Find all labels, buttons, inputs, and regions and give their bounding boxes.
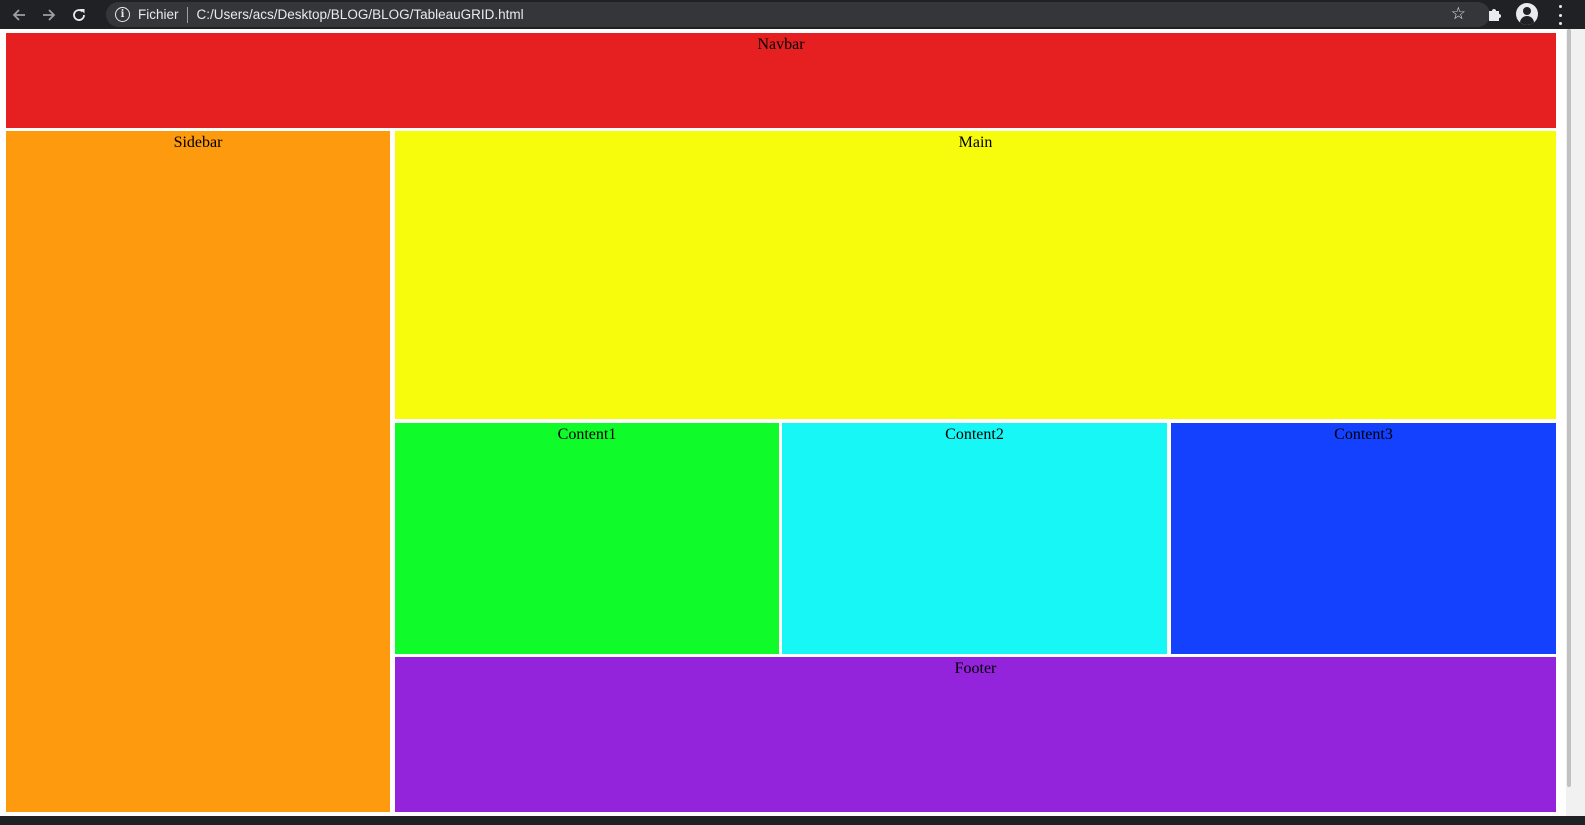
profile-icon[interactable] bbox=[1516, 3, 1538, 25]
profile-head bbox=[1523, 7, 1531, 15]
back-button[interactable] bbox=[4, 0, 34, 29]
scheme-label: Fichier bbox=[138, 7, 179, 22]
content2-label: Content2 bbox=[945, 426, 1004, 443]
info-icon[interactable]: i bbox=[115, 7, 130, 22]
footer-block: Footer bbox=[395, 657, 1556, 812]
reload-icon bbox=[73, 8, 85, 21]
content1-label: Content1 bbox=[557, 426, 617, 443]
menu-dots-icon[interactable] bbox=[1557, 5, 1563, 25]
star-icon[interactable]: ☆ bbox=[1451, 4, 1466, 24]
vertical-scrollbar[interactable] bbox=[1566, 29, 1585, 816]
arrow-left-icon bbox=[12, 8, 25, 21]
main-block: Main bbox=[395, 131, 1556, 419]
content3-block: Content3 bbox=[1171, 423, 1556, 654]
content1-block: Content1 bbox=[395, 423, 779, 654]
sidebar-block: Sidebar bbox=[6, 131, 390, 812]
navbar-block: Navbar bbox=[6, 33, 1556, 128]
content2-block: Content2 bbox=[782, 423, 1167, 654]
navbar-label: Navbar bbox=[757, 36, 805, 53]
menu-dot bbox=[1558, 5, 1562, 8]
arrow-right-icon bbox=[43, 8, 56, 21]
puzzle-icon[interactable] bbox=[1485, 5, 1505, 25]
browser-toolbar: i Fichier C:/Users/acs/Desktop/BLOG/BLOG… bbox=[0, 0, 1585, 29]
menu-dot bbox=[1558, 22, 1562, 25]
page-content: Navbar Sidebar Main Content1 Content2 Co… bbox=[0, 29, 1566, 816]
sidebar-label: Sidebar bbox=[173, 134, 223, 151]
profile-body bbox=[1520, 16, 1534, 25]
footer-label: Footer bbox=[954, 660, 997, 677]
forward-button[interactable] bbox=[34, 0, 64, 29]
content3-label: Content3 bbox=[1334, 426, 1393, 443]
url-text[interactable]: C:/Users/acs/Desktop/BLOG/BLOG/TableauGR… bbox=[197, 7, 524, 22]
menu-dot bbox=[1558, 13, 1562, 17]
omnibox-separator bbox=[186, 6, 188, 23]
reload-button[interactable] bbox=[64, 0, 94, 29]
scroll-thumb[interactable] bbox=[1567, 29, 1571, 787]
window-bottom-edge bbox=[0, 816, 1585, 825]
address-bar[interactable]: i Fichier C:/Users/acs/Desktop/BLOG/BLOG… bbox=[106, 2, 1490, 27]
main-label: Main bbox=[958, 134, 993, 151]
